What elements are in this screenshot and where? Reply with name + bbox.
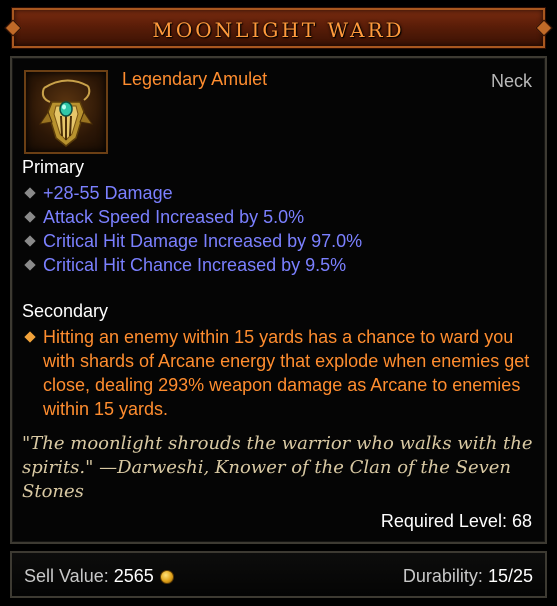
- durability-label: Durability:: [402, 566, 483, 586]
- sell-value: Sell Value: 2565: [24, 566, 174, 587]
- item-footer: Sell Value: 2565 Durability: 15/25: [10, 551, 547, 598]
- item-slot: Neck: [490, 71, 532, 91]
- durability: Durability: 15/25: [403, 566, 533, 587]
- primary-affix: Attack Speed Increased by 5.0%: [24, 205, 362, 229]
- legendary-affix-text: Hitting an enemy within 15 yards has a c…: [43, 327, 530, 419]
- required-level: Required Level: 68: [381, 511, 532, 532]
- item-tooltip: MOONLIGHT WARD Legendary Amulet Neck Pri…: [0, 0, 557, 606]
- required-level-value: 68: [511, 511, 532, 531]
- amulet-icon: [24, 70, 108, 154]
- sell-value-amount: 2565: [113, 566, 154, 586]
- gold-coin-icon: [159, 570, 174, 584]
- legendary-diamond-icon: [24, 331, 36, 343]
- diamond-bullet-icon: [24, 235, 36, 247]
- primary-affix-list: +28-55 Damage Attack Speed Increased by …: [24, 181, 363, 277]
- affix-text: Attack Speed Increased by 5.0%: [43, 207, 305, 227]
- diamond-bullet-icon: [24, 187, 36, 199]
- primary-affix: +28-55 Damage: [24, 181, 362, 205]
- affix-text: Critical Hit Chance Increased by 9.5%: [43, 255, 347, 275]
- item-type: Legendary Amulet: [122, 69, 268, 89]
- primary-label: Primary: [22, 157, 84, 177]
- primary-affix: Critical Hit Chance Increased by 9.5%: [24, 253, 362, 277]
- diamond-bullet-icon: [24, 211, 36, 223]
- primary-affix: Critical Hit Damage Increased by 97.0%: [24, 229, 363, 253]
- item-name: MOONLIGHT WARD: [152, 18, 405, 42]
- item-title-banner: MOONLIGHT WARD: [12, 8, 545, 48]
- affix-text: Critical Hit Damage Increased by 97.0%: [43, 231, 363, 251]
- durability-value: 15/25: [487, 566, 533, 586]
- legendary-affix: Hitting an enemy within 15 yards has a c…: [24, 325, 535, 421]
- sell-value-label: Sell Value:: [24, 566, 109, 586]
- diamond-bullet-icon: [24, 259, 36, 271]
- affix-text: +28-55 Damage: [43, 183, 173, 203]
- required-level-label: Required Level:: [380, 511, 507, 531]
- secondary-label: Secondary: [22, 301, 109, 321]
- flavor-text: "The moonlight shrouds the warrior who w…: [22, 433, 533, 502]
